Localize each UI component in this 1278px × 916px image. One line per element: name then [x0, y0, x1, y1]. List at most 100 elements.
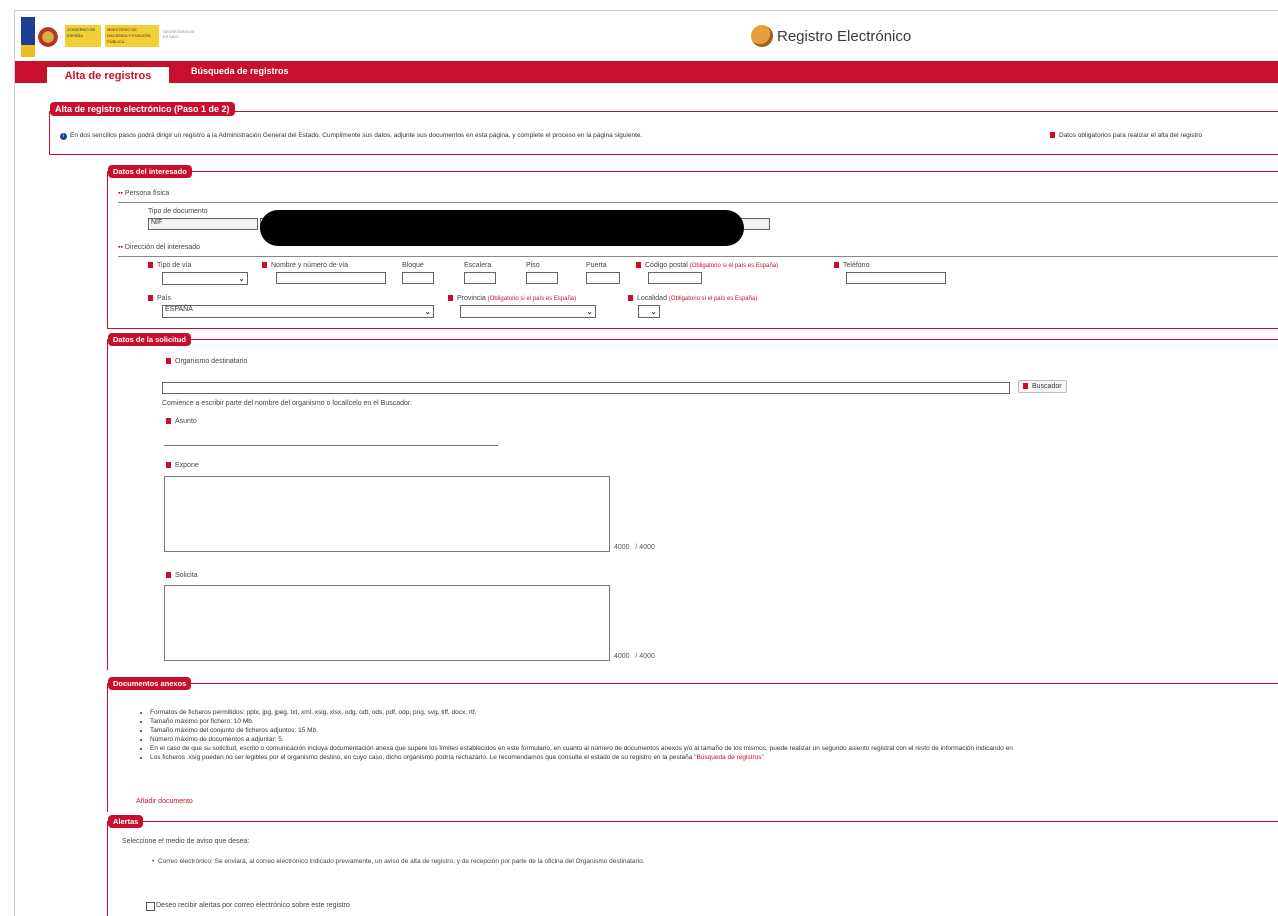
search-icon	[1023, 383, 1028, 390]
list-item: Formatos de ficheros permitidos: pptx, j…	[150, 708, 1013, 717]
secretaria-logo-text: SECRETARÍA DE ESTADO	[163, 29, 195, 39]
required-marker-icon	[448, 295, 453, 302]
expone-counter: 4000 / 4000	[614, 544, 655, 551]
alertas-panel: Alertas Seleccione el medio de aviso que…	[107, 815, 1278, 916]
required-marker-icon	[834, 262, 839, 269]
tipo-doc-field[interactable]: NIF	[148, 218, 258, 230]
secretaria-logo: SECRETARÍA DE ESTADO	[163, 29, 207, 43]
busqueda-link[interactable]: "Búsqueda de registros"	[694, 754, 764, 761]
asunto-label: Asunto	[166, 418, 197, 425]
escalera-input[interactable]	[464, 272, 496, 284]
telefono-text: Teléfono	[843, 262, 870, 269]
solicitud-legend: Datos de la solicitud	[108, 333, 191, 346]
asunto-input[interactable]	[164, 436, 498, 446]
organismo-input[interactable]	[162, 382, 1010, 394]
registro-logo-icon	[751, 25, 773, 47]
list-item: Tamaño máximo del conjunto de ficheros a…	[150, 726, 1013, 735]
solicita-max: / 4000	[635, 653, 655, 660]
localidad-select[interactable]: ⌄	[638, 305, 660, 318]
solicita-label: Solicita	[166, 572, 198, 579]
alertas-email-text: Correo electrónico: Se enviará, al corre…	[157, 858, 645, 865]
tipo-doc-value: NIF	[151, 219, 163, 226]
ministry-logo-text: MINISTERIO DE HACIENDA Y FUNCIÓN PÚBLICA	[107, 27, 151, 44]
direccion-text: Dirección del interesado	[124, 244, 201, 251]
gov-logo: GOBIERNO DE ESPAÑA	[65, 25, 101, 47]
collapse-icon[interactable]: ▪▪	[118, 244, 123, 251]
puerta-input[interactable]	[586, 272, 620, 284]
organismo-label: Organismo destinatario	[166, 358, 247, 365]
tab-alta-registros[interactable]: Alta de registros	[47, 67, 169, 85]
pais-text: País	[157, 295, 172, 302]
cp-label: Código postal (Obligatorio si el país es…	[636, 262, 778, 269]
cp-text: Código postal	[645, 262, 688, 269]
xsig-note: Los ficheros .xsig pueden no ser legible…	[150, 754, 693, 761]
intro-line: i En dos sencillos pasos podrá dirigir un…	[60, 132, 642, 140]
list-item: Tamaño máximo por fichero: 10 Mb.	[150, 717, 1013, 726]
required-marker-icon	[166, 418, 171, 425]
list-item: Los ficheros .xsig pueden no ser legible…	[150, 753, 1013, 762]
solicita-textarea[interactable]	[164, 585, 610, 661]
required-marker-icon	[628, 295, 633, 302]
list-item: En el caso de que su solicitud, escrito …	[150, 744, 1013, 753]
direccion-label: ▪▪ Dirección del interesado	[118, 244, 200, 251]
buscador-label: Buscador	[1032, 383, 1062, 390]
escalera-label: Escalera	[464, 262, 492, 269]
gov-logo-text: GOBIERNO DE ESPAÑA	[67, 27, 96, 38]
add-document-link[interactable]: Añadir documento	[136, 798, 193, 805]
alert-email-checkbox[interactable]	[146, 902, 155, 911]
alert-checkbox-label: Deseo recibir alertas por correo electró…	[156, 902, 350, 909]
documentos-panel: Documentos anexos Formatos de ficheros p…	[107, 677, 1278, 812]
cp-note: (Obligatorio si el país es España)	[689, 263, 779, 269]
documentos-list: Formatos de ficheros permitidos: pptx, j…	[138, 708, 1013, 762]
tab-bar: Alta de registros Búsqueda de registros	[15, 61, 1278, 85]
piso-input[interactable]	[526, 272, 558, 284]
solicitud-panel: Datos de la solicitud Organismo destinat…	[107, 333, 1278, 670]
expone-max: / 4000	[635, 544, 655, 551]
required-marker-icon	[166, 572, 171, 579]
piso-label: Piso	[526, 262, 540, 269]
alertas-legend: Alertas	[108, 815, 144, 828]
info-icon: i	[60, 133, 67, 140]
expone-label: Expone	[166, 462, 199, 469]
puerta-label: Puerta	[586, 262, 607, 269]
provincia-text: Provincia	[457, 295, 486, 302]
solicita-counter: 4000 / 4000	[614, 653, 655, 660]
asunto-text: Asunto	[175, 418, 197, 425]
app-logo[interactable]: Registro Electrónico	[751, 25, 911, 47]
chevron-down-icon: ⌄	[238, 274, 245, 283]
site-header: GOBIERNO DE ESPAÑA MINISTERIO DE HACIEND…	[15, 11, 1278, 61]
app-title: Registro Electrónico	[777, 27, 912, 45]
provincia-select[interactable]: ⌄	[460, 305, 596, 318]
alertas-email-item: • Correo electrónico: Se enviará, al cor…	[152, 858, 645, 865]
cp-input[interactable]	[648, 272, 702, 284]
collapse-icon[interactable]: ▪▪	[118, 190, 123, 197]
required-marker-icon	[262, 262, 267, 269]
telefono-input[interactable]	[846, 272, 946, 284]
expone-textarea[interactable]	[164, 476, 610, 552]
solicita-count: 4000	[614, 653, 630, 660]
pais-value: ESPAÑA	[165, 306, 193, 313]
required-marker-icon	[636, 262, 641, 269]
required-marker-icon	[1050, 132, 1055, 139]
documentos-list-wrap: Formatos de ficheros permitidos: pptx, j…	[108, 708, 1278, 778]
organismo-text: Organismo destinatario	[175, 358, 248, 365]
persona-fisica-label: ▪▪ Persona física	[118, 190, 169, 197]
bloque-input[interactable]	[402, 272, 434, 284]
pais-select[interactable]: ESPAÑA ⌄	[162, 305, 434, 318]
list-item: Número máximo de documentos a adjuntar: …	[150, 735, 1013, 744]
intro-text: En dos sencillos pasos podrá dirigir un …	[70, 132, 643, 139]
divider	[118, 256, 1278, 257]
chevron-down-icon: ⌄	[650, 307, 657, 316]
divider	[118, 202, 1278, 203]
organismo-help: Comience a escribir parte del nombre del…	[162, 400, 412, 407]
coat-of-arms-icon	[37, 25, 59, 49]
expone-text: Expone	[175, 462, 199, 469]
tipo-via-text: Tipo de vía	[157, 262, 192, 269]
buscador-button[interactable]: Buscador	[1018, 380, 1067, 393]
nombre-via-input[interactable]	[276, 272, 386, 284]
tab-busqueda-registros[interactable]: Búsqueda de registros	[191, 66, 289, 76]
main-panel: Alta de registro electrónico (Paso 1 de …	[49, 102, 1278, 155]
tipo-via-select[interactable]: ⌄	[162, 272, 248, 285]
documentos-legend: Documentos anexos	[108, 677, 192, 690]
required-note: Datos obligatorios para realizar el alta…	[1050, 132, 1202, 139]
